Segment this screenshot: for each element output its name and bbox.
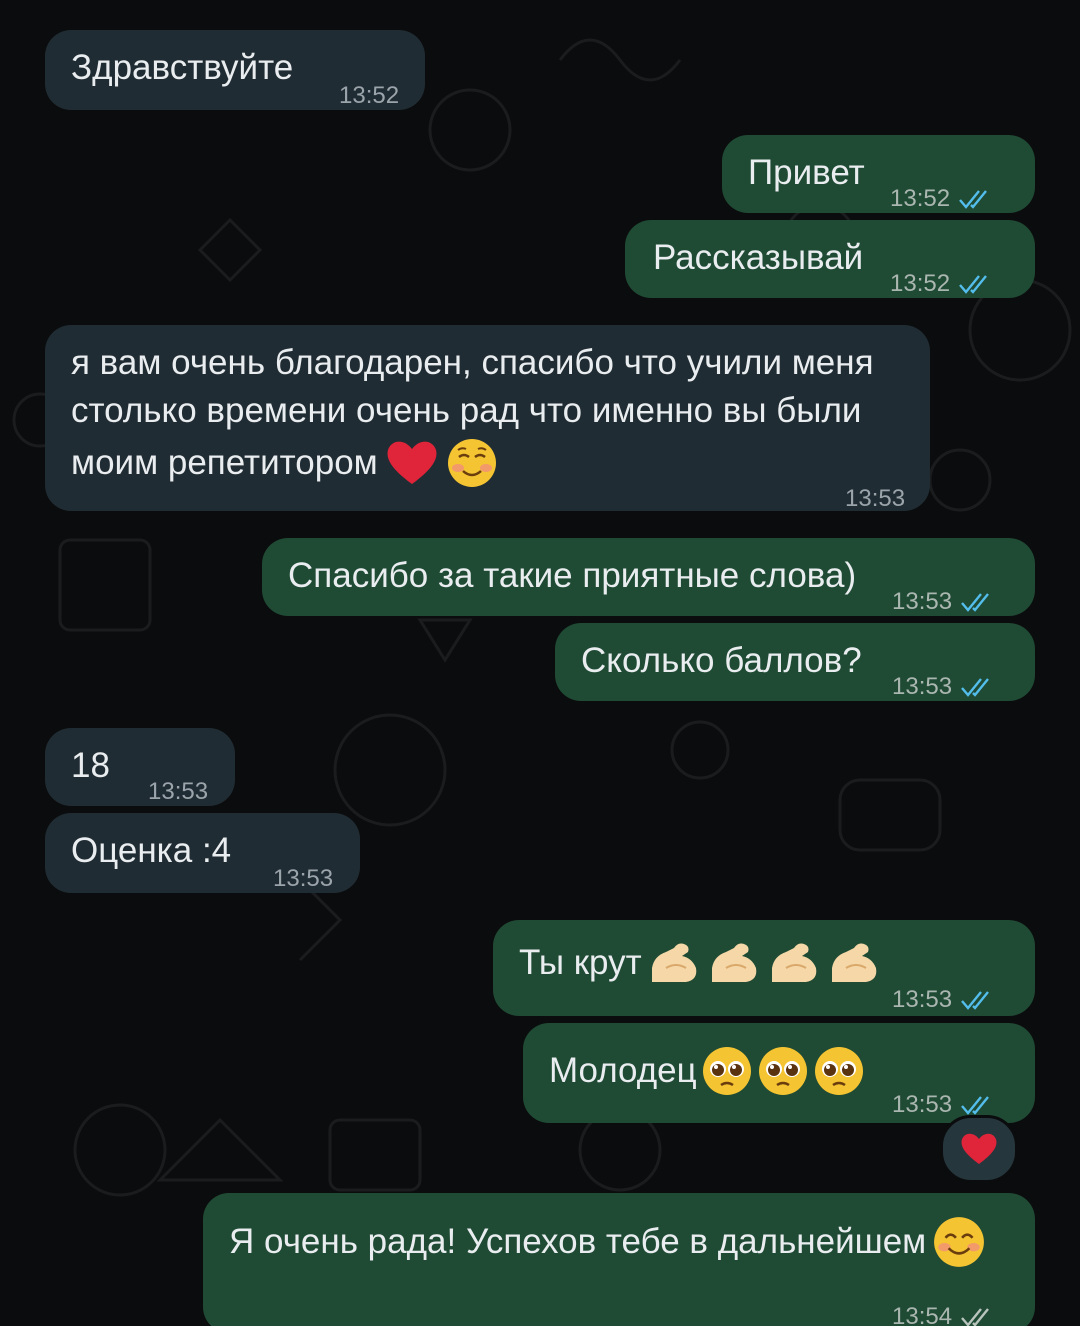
message-outgoing[interactable]: Привет 13:52 (722, 135, 1035, 213)
message-text: Привет (748, 153, 865, 192)
message-incoming[interactable]: Оценка :4 13:53 (45, 813, 360, 893)
message-outgoing[interactable]: Сколько баллов? 13:53 (555, 623, 1035, 701)
message-time: 13:52 (890, 175, 992, 223)
message-text: Здравствуйте (71, 48, 294, 87)
message-text: Сколько баллов? (581, 641, 862, 680)
message-text-line: моим репетитором (71, 437, 498, 489)
message-text: Я очень рада! Успехов тебе в дальнейшем (229, 1215, 986, 1269)
smiling-face-icon (447, 439, 496, 487)
message-outgoing[interactable]: Я очень рада! Успехов тебе в дальнейшем … (203, 1193, 1035, 1326)
smiling-eyes-face-icon (934, 1217, 985, 1267)
message-outgoing[interactable]: Молодец 13:53 (523, 1023, 1035, 1123)
message-text-line: столько времени очень рад что именно вы … (71, 391, 862, 430)
message-text: Молодец (549, 1045, 865, 1097)
message-outgoing[interactable]: Спасибо за такие приятные слова) 13:53 (262, 538, 1035, 616)
message-time: 13:54 (892, 1293, 994, 1326)
message-outgoing[interactable]: Ты крут 13:53 (493, 920, 1035, 1016)
message-time: 13:53 (845, 485, 906, 512)
read-check-icon (961, 1308, 989, 1326)
read-check-icon (959, 190, 987, 209)
pleading-face-icon (814, 1047, 863, 1095)
message-time: 13:52 (890, 260, 992, 308)
message-incoming[interactable]: я вам очень благодарен, спасибо что учил… (45, 325, 930, 512)
message-incoming[interactable]: 18 13:53 (45, 728, 235, 806)
red-heart-icon (387, 441, 437, 484)
message-time: 13:53 (273, 865, 334, 892)
message-text: 18 (71, 746, 110, 785)
read-check-icon (961, 593, 989, 612)
message-text: Рассказывай (653, 238, 864, 277)
read-check-icon (959, 275, 987, 294)
message-time: 13:53 (892, 578, 994, 626)
pleading-face-icon (702, 1047, 751, 1095)
read-check-icon (961, 678, 989, 697)
chat-area: Здравствуйте 13:52 Привет 13:52 Рассказы… (0, 0, 1080, 1326)
message-text-line: я вам очень благодарен, спасибо что учил… (71, 343, 874, 382)
pleading-face-icon (758, 1047, 807, 1095)
flexed-biceps-icon (771, 943, 816, 982)
message-time: 13:53 (148, 778, 209, 805)
message-text: Оценка :4 (71, 831, 232, 870)
message-text: Ты крут (519, 938, 882, 988)
read-check-icon (961, 991, 989, 1010)
message-time: 13:53 (892, 976, 994, 1024)
red-heart-icon (961, 1133, 997, 1164)
flexed-biceps-icon (651, 943, 696, 982)
flexed-biceps-icon (831, 943, 876, 982)
read-check-icon (961, 1096, 989, 1115)
message-time: 13:53 (892, 663, 994, 711)
flexed-biceps-icon (711, 943, 756, 982)
message-text: Спасибо за такие приятные слова) (288, 556, 857, 595)
message-outgoing[interactable]: Рассказывай 13:52 (625, 220, 1035, 298)
message-incoming[interactable]: Здравствуйте 13:52 (45, 30, 425, 110)
message-time: 13:52 (339, 82, 400, 109)
message-reaction[interactable] (940, 1115, 1018, 1183)
